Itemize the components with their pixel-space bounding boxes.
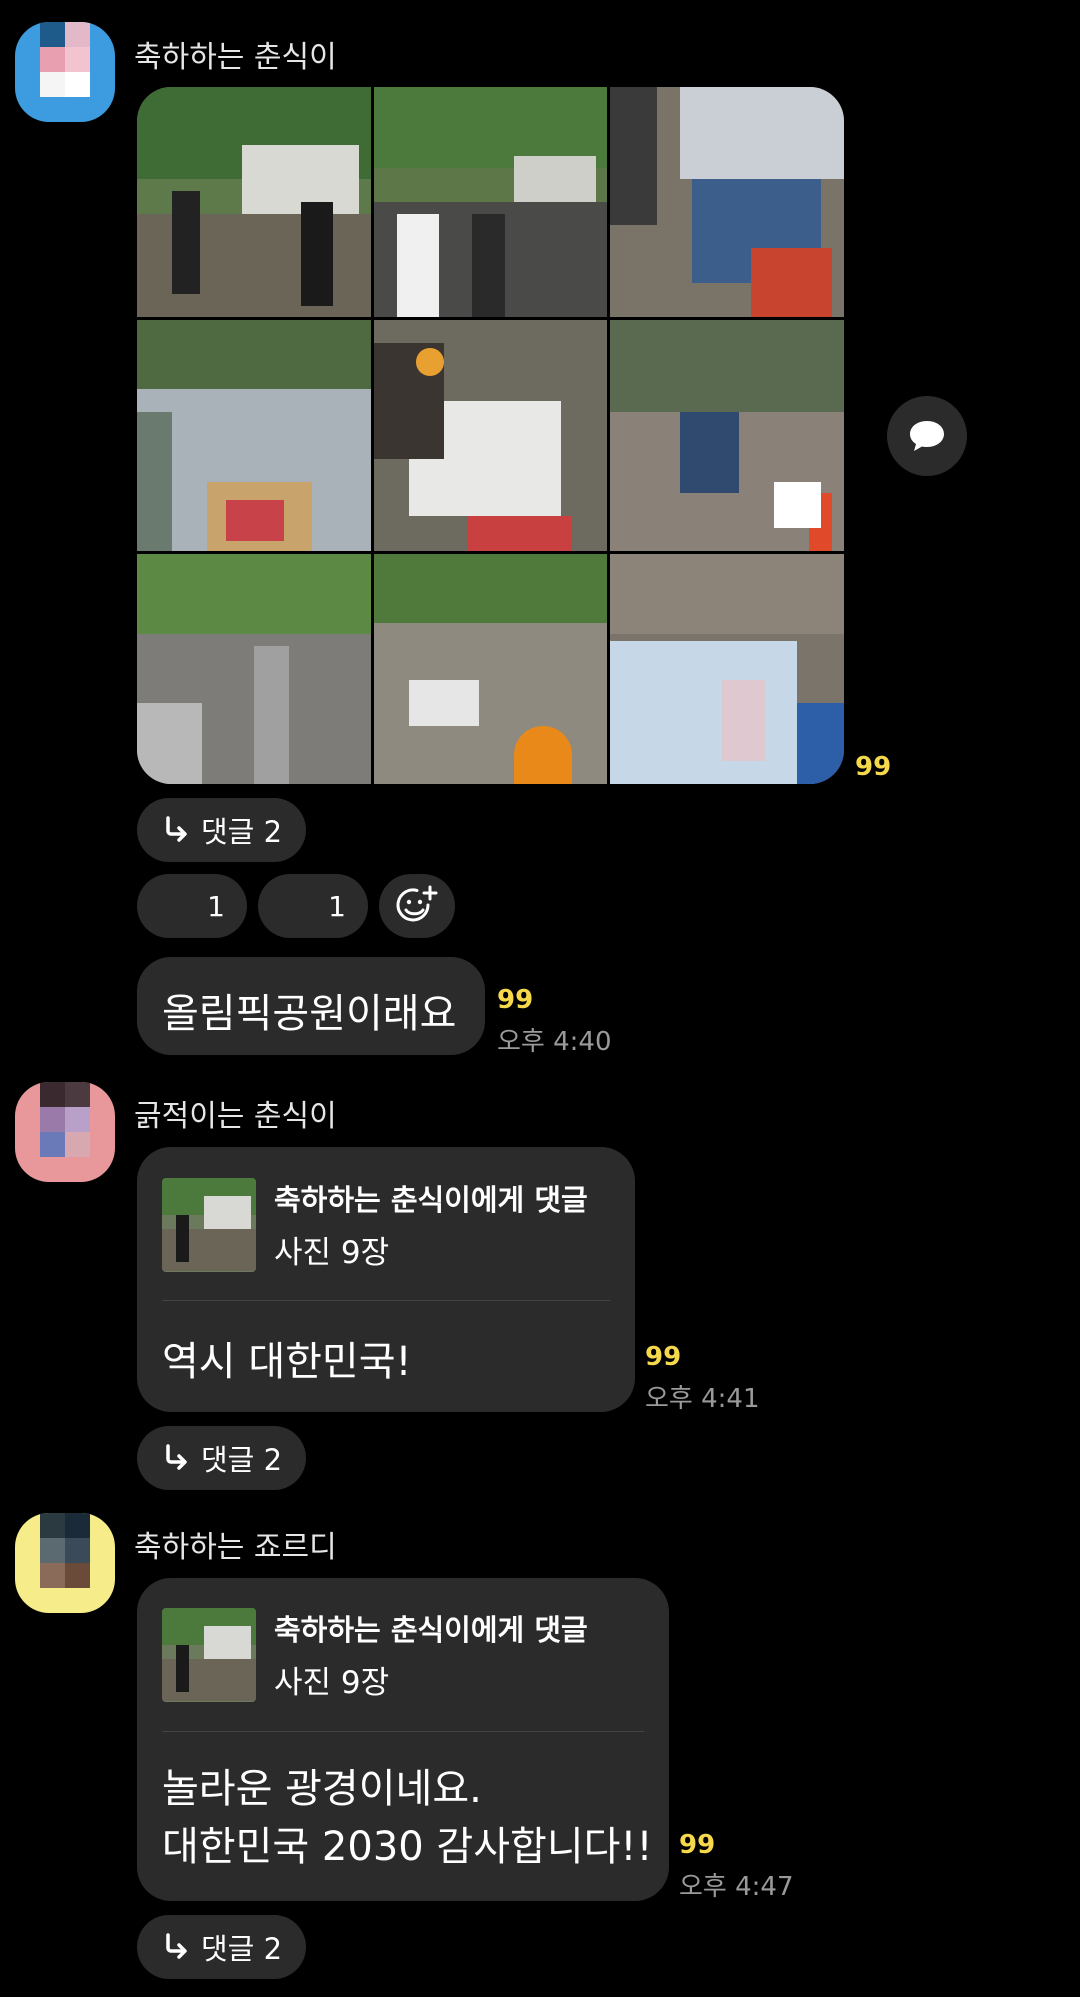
reaction-chip[interactable]: 1 [137, 874, 247, 938]
avatar[interactable] [15, 1513, 115, 1613]
avatar[interactable] [15, 22, 115, 122]
photo-thumbnail[interactable] [610, 320, 844, 551]
photo-thumbnail[interactable] [137, 87, 371, 318]
photo-thumbnail[interactable] [137, 553, 371, 784]
share-button[interactable] [887, 396, 967, 476]
avatar[interactable] [15, 1082, 115, 1182]
message-text: 역시 대한민국! [162, 1339, 412, 1385]
reaction-count: 1 [328, 889, 346, 923]
timestamp: 오후 4:40 [497, 1027, 612, 1057]
quoted-photo-thumbnail [162, 1607, 256, 1702]
quote-subtitle: 사진 9장 [274, 1235, 390, 1271]
speech-bubble-icon [910, 421, 944, 451]
quoted-message[interactable]: 축하하는 춘식이에게 댓글 사진 9장 [162, 1177, 588, 1272]
timestamp: 오후 4:47 [679, 1872, 794, 1902]
photo-thumbnail[interactable] [373, 553, 608, 784]
quote-title: 축하하는 춘식이에게 댓글 [274, 1183, 588, 1217]
sender-name: 축하하는 춘식이 [134, 40, 337, 75]
message-line: 대한민국 2030 감사합니다!! [162, 1824, 653, 1870]
reply-arrow-icon [166, 1444, 187, 1470]
photo-album[interactable] [137, 87, 844, 784]
reply-arrow-icon [166, 1933, 187, 1959]
reply-count-label: 댓글 2 [201, 1443, 283, 1477]
quote-title: 축하하는 춘식이에게 댓글 [274, 1613, 588, 1647]
photo-thumbnail[interactable] [137, 320, 371, 551]
reaction-count: 1 [207, 889, 225, 923]
sender-name: 긁적이는 춘식이 [134, 1099, 337, 1134]
add-emoji-icon [396, 885, 438, 922]
quote-subtitle: 사진 9장 [274, 1665, 390, 1701]
photo-thumbnail[interactable] [610, 87, 844, 318]
quoted-message[interactable]: 축하하는 춘식이에게 댓글 사진 9장 [162, 1607, 588, 1702]
divider [162, 1300, 610, 1301]
reply-count-label: 댓글 2 [201, 1932, 283, 1966]
unread-count: 99 [855, 752, 892, 782]
message-text: 놀라운 광경이네요. 대한민국 2030 감사합니다!! [162, 1760, 653, 1876]
sender-name: 축하하는 죠르디 [134, 1530, 337, 1565]
quoted-photo-thumbnail [162, 1177, 256, 1272]
message-text: 올림픽공원이래요 [162, 991, 457, 1037]
reply-button[interactable]: 댓글 2 [137, 1915, 307, 1979]
reaction-chip[interactable]: 1 [258, 874, 368, 938]
unread-count: 99 [645, 1342, 682, 1372]
timestamp: 오후 4:41 [645, 1384, 760, 1414]
reply-arrow-icon [166, 816, 187, 842]
photo-thumbnail[interactable] [373, 320, 608, 551]
reply-button[interactable]: 댓글 2 [137, 798, 307, 862]
message-bubble[interactable]: 축하하는 춘식이에게 댓글 사진 9장 놀라운 광경이네요. 대한민국 2030… [137, 1578, 669, 1901]
add-reaction-button[interactable] [379, 874, 455, 938]
message-bubble[interactable]: 축하하는 춘식이에게 댓글 사진 9장 역시 대한민국! [137, 1147, 635, 1412]
reply-button[interactable]: 댓글 2 [137, 1426, 307, 1490]
unread-count: 99 [497, 985, 534, 1015]
reply-count-label: 댓글 2 [201, 815, 283, 849]
message-line: 놀라운 광경이네요. [162, 1766, 482, 1812]
photo-thumbnail[interactable] [373, 87, 608, 318]
unread-count: 99 [679, 1830, 716, 1860]
photo-thumbnail[interactable] [610, 553, 844, 784]
divider [162, 1731, 644, 1732]
message-bubble[interactable]: 올림픽공원이래요 [137, 957, 485, 1055]
